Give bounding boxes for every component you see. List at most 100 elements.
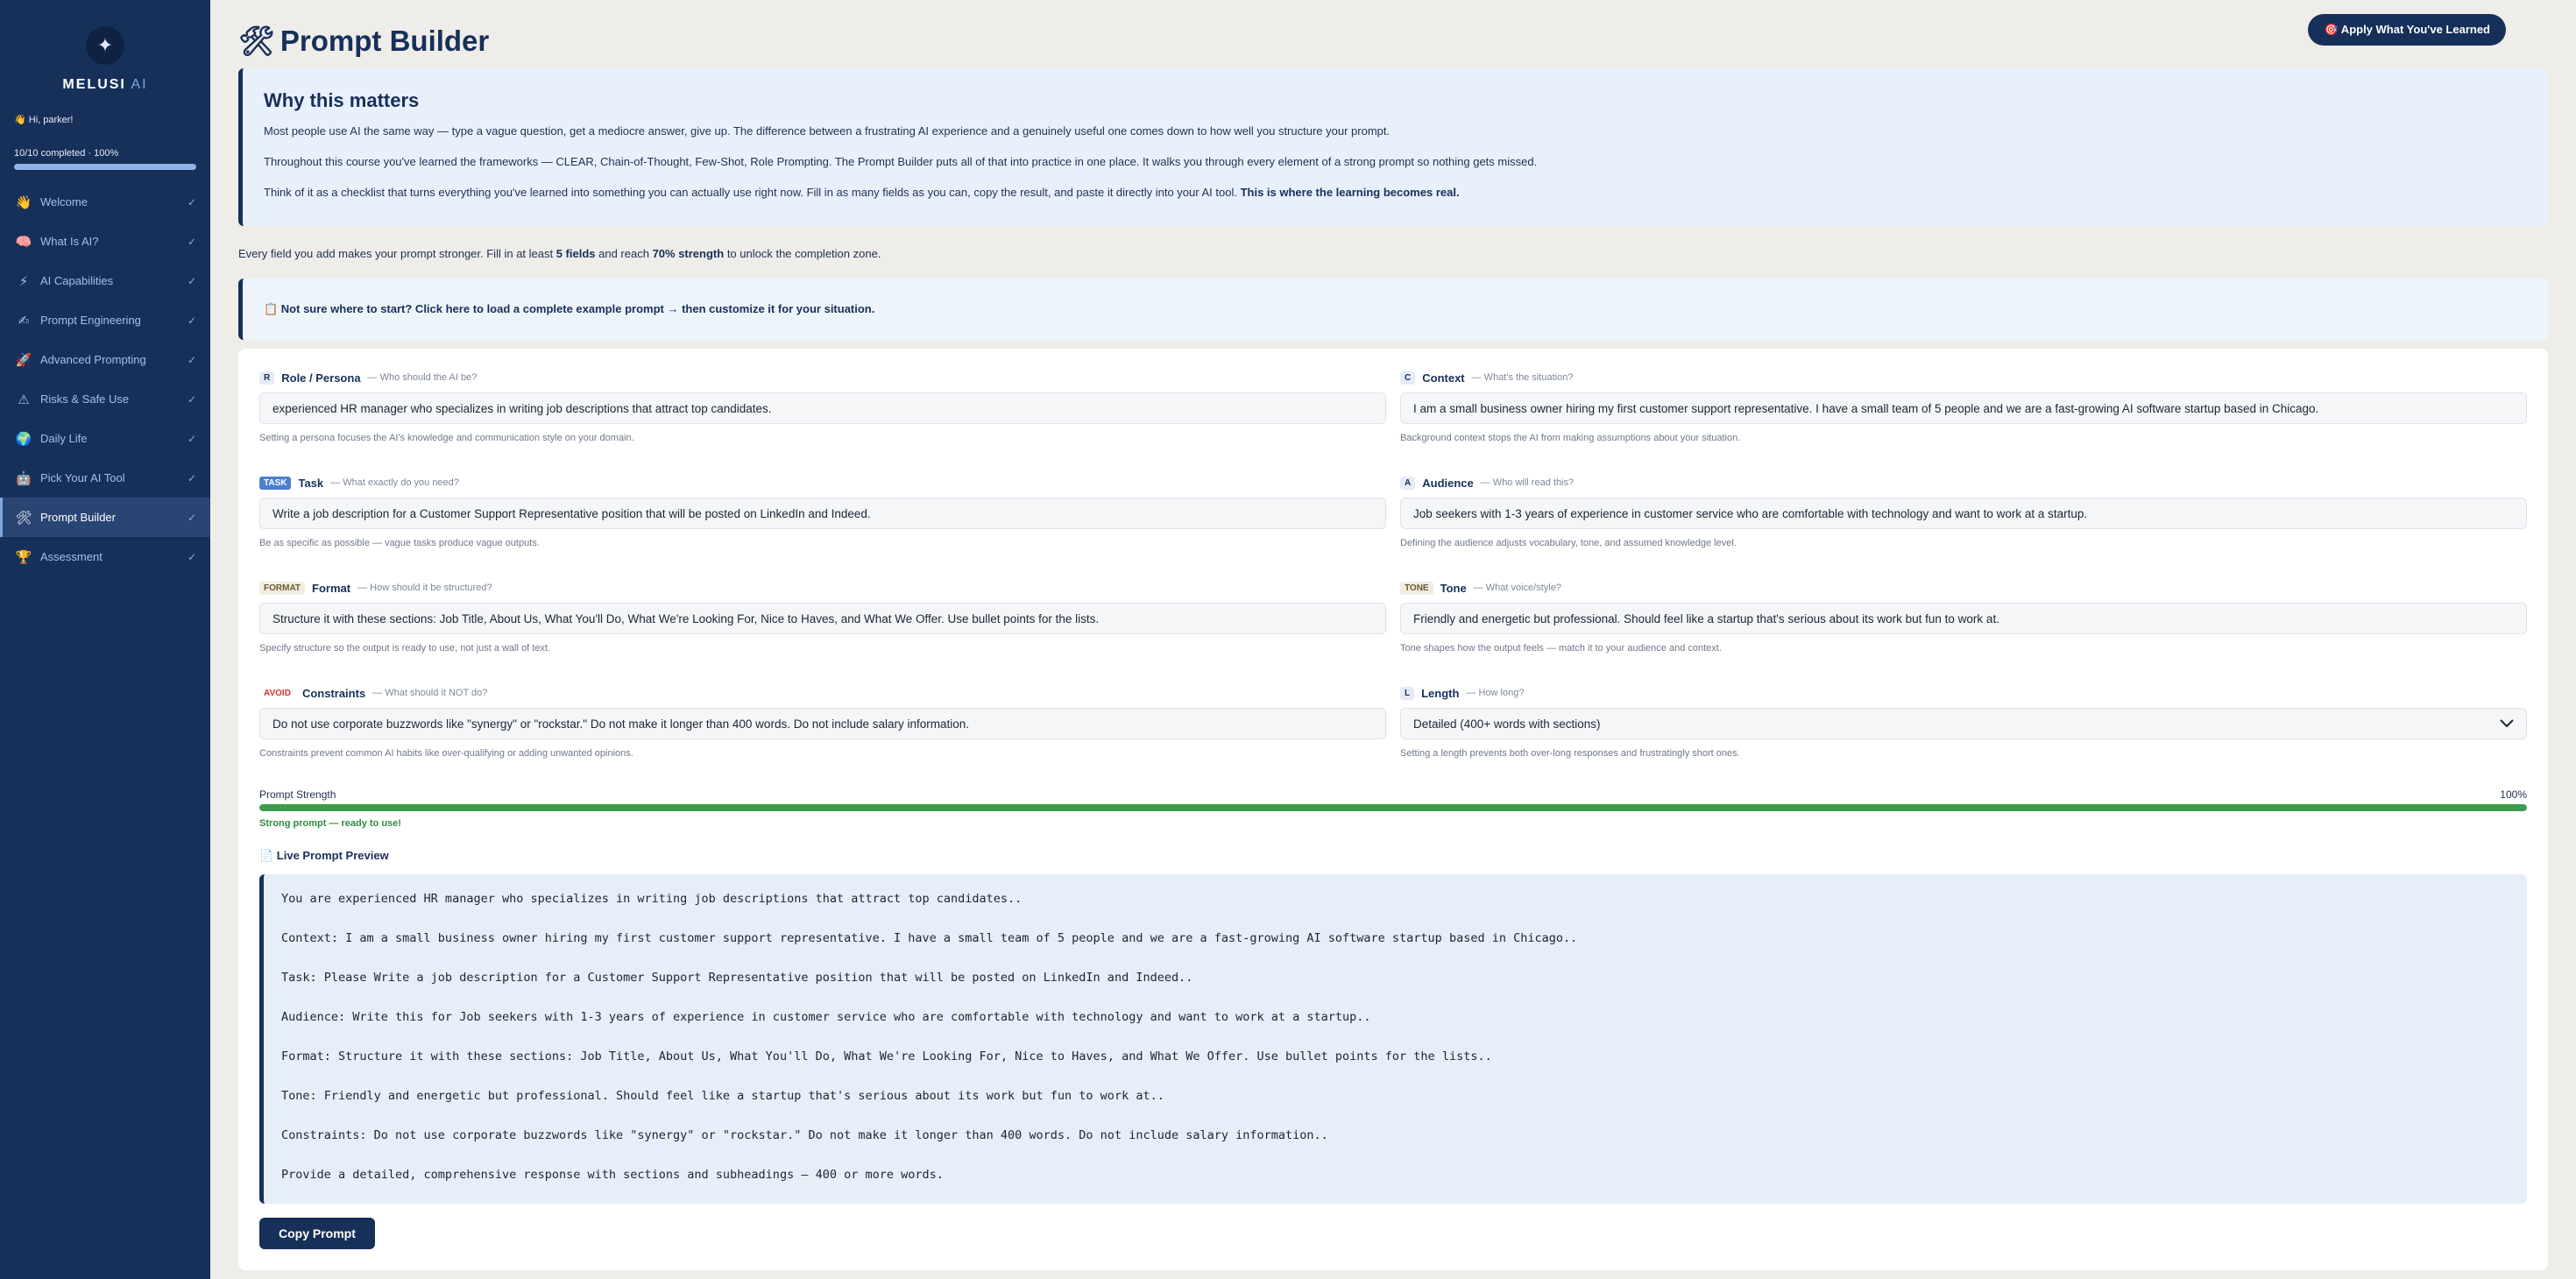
preview-line: Tone: Friendly and energetic but profess… [281, 1089, 1164, 1103]
wave-icon: 👋 [15, 194, 32, 210]
why-title: Why this matters [264, 89, 420, 111]
field-label: Tone [1440, 581, 1467, 595]
role-input[interactable]: experienced HR manager who specializes i… [259, 392, 1386, 424]
length-field: L Length — How long? Detailed (400+ words … [1400, 685, 2527, 759]
strength-percent: 100% [2500, 788, 2527, 801]
role-field: R Role / Persona — Who should the AI be? e… [259, 370, 1386, 443]
preview-line: Format: Structure it with these sections… [281, 1049, 1492, 1063]
sidebar-item-prompt-builder[interactable]: 🛠 Prompt Builder ✓ [0, 498, 210, 537]
constraints-field: AVOID Constraints — What should it NOT do?… [259, 685, 1386, 759]
field-question: — How should it be structured? [357, 583, 492, 593]
field-label: Context [1422, 371, 1465, 385]
sidebar-item-label: Assessment [40, 550, 103, 563]
brand-logo: ✦ MELUSI AI [0, 0, 210, 93]
sidebar-item-label: Prompt Engineering [40, 314, 141, 327]
check-icon: ✓ [187, 550, 196, 563]
brain-icon: 🧠 [15, 234, 32, 250]
strength-message: Strong prompt — ready to use! [259, 818, 401, 829]
format-badge: FORMAT [259, 581, 306, 595]
sidebar-item-prompt-engineering[interactable]: ✍ Prompt Engineering ✓ [0, 300, 210, 340]
field-label: Audience [1422, 476, 1474, 490]
field-help: Defining the audience adjusts vocabulary… [1400, 538, 1737, 548]
preview-line: Task: Please Write a job description for… [281, 971, 1193, 985]
field-help: Setting a length prevents both over-long… [1400, 748, 1740, 759]
sidebar-item-label: Pick Your AI Tool [40, 471, 125, 484]
wand-icon: ✦ [86, 26, 124, 65]
field-label: Length [1421, 686, 1460, 700]
audience-input[interactable]: Job seekers with 1-3 years of experience… [1400, 498, 2527, 529]
preview-line: You are experienced HR manager who speci… [281, 892, 1023, 906]
field-help: Specify structure so the output is ready… [259, 643, 551, 654]
copy-prompt-button[interactable]: Copy Prompt [259, 1218, 375, 1249]
sidebar-item-risks-safe-use[interactable]: ⚠ Risks & Safe Use ✓ [0, 379, 210, 419]
course-progress-label: 10/10 completed · 100% [14, 148, 119, 159]
preview-line: Constraints: Do not use corporate buzzwo… [281, 1128, 1328, 1142]
greeting: 👋 Hi, parker! [14, 115, 74, 125]
sidebar-item-label: Risks & Safe Use [40, 392, 130, 406]
course-progress-fill [14, 164, 196, 170]
role-badge: R [259, 371, 275, 385]
length-selected-value: Detailed (400+ words with sections) [1413, 717, 1601, 731]
tools-icon: 🛠 [238, 25, 275, 57]
why-this-matters-panel: Why this matters Most people use AI the … [238, 68, 2548, 226]
field-help: Setting a persona focuses the AI's knowl… [259, 433, 634, 443]
field-label: Role / Persona [281, 371, 361, 385]
sidebar-item-label: AI Capabilities [40, 274, 114, 287]
sidebar-item-label: Prompt Builder [40, 511, 116, 524]
task-input[interactable]: Write a job description for a Customer S… [259, 498, 1386, 529]
field-question: — What should it NOT do? [372, 688, 488, 698]
robot-icon: 🤖 [15, 470, 32, 486]
field-question: — Who will read this? [1480, 477, 1575, 488]
check-icon: ✓ [187, 274, 196, 287]
sidebar-item-advanced-prompting[interactable]: 🚀 Advanced Prompting ✓ [0, 340, 210, 379]
why-paragraph: Throughout this course you've learned th… [264, 154, 1538, 168]
length-badge: L [1400, 686, 1415, 700]
apply-learned-button[interactable]: 🎯 Apply What You've Learned [2308, 14, 2506, 46]
main-content: 🛠 Prompt Builder 🎯 Apply What You've Lear… [210, 0, 2576, 1279]
warning-icon: ⚠ [18, 392, 30, 407]
preview-line: Provide a detailed, comprehensive respon… [281, 1168, 944, 1182]
check-icon: ✓ [187, 195, 196, 208]
sidebar-item-pick-your-ai-tool[interactable]: 🤖 Pick Your AI Tool ✓ [0, 458, 210, 498]
sidebar-item-label: Advanced Prompting [40, 353, 146, 366]
check-icon: ✓ [187, 432, 196, 445]
format-input[interactable]: Structure it with these sections: Job Ti… [259, 603, 1386, 634]
constraints-input[interactable]: Do not use corporate buzzwords like "syn… [259, 708, 1386, 739]
load-example-banner[interactable]: 📋 Not sure where to start? Click here to… [238, 279, 2548, 340]
field-help: Background context stops the AI from mak… [1400, 433, 1741, 443]
check-icon: ✓ [187, 235, 196, 248]
field-question: — What voice/style? [1473, 583, 1561, 593]
check-icon: ✓ [187, 471, 196, 484]
sidebar-item-label: Welcome [40, 195, 88, 208]
field-question: — How long? [1466, 688, 1525, 698]
preview-line: Audience: Write this for Job seekers wit… [281, 1010, 1371, 1024]
strength-bar [259, 804, 2527, 811]
tone-field: TONE Tone — What voice/style? Friendly and… [1400, 580, 2527, 654]
context-badge: C [1400, 371, 1416, 385]
why-paragraph: Most people use AI the same way — type a… [264, 124, 1391, 138]
sidebar-item-daily-life[interactable]: 🌍 Daily Life ✓ [0, 419, 210, 458]
sidebar-item-ai-capabilities[interactable]: ⚡ AI Capabilities ✓ [0, 261, 210, 300]
field-question: — What exactly do you need? [330, 477, 459, 488]
check-icon: ✓ [187, 353, 196, 366]
check-icon: ✓ [187, 314, 196, 327]
field-label: Constraints [301, 686, 366, 700]
lightning-icon: ⚡ [18, 273, 29, 289]
context-input[interactable]: I am a small business owner hiring my fi… [1400, 392, 2527, 424]
audience-badge: A [1400, 476, 1416, 490]
field-question: — What's the situation? [1471, 372, 1574, 383]
live-preview-title: 📄 Live Prompt Preview [259, 849, 389, 862]
sidebar-item-assessment[interactable]: 🏆 Assessment ✓ [0, 537, 210, 576]
tone-input[interactable]: Friendly and energetic but professional.… [1400, 603, 2527, 634]
preview-line: Context: I am a small business owner hir… [281, 931, 1578, 945]
prompt-builder-form: R Role / Persona — Who should the AI be? e… [238, 349, 2548, 1270]
avoid-badge: AVOID [259, 686, 295, 700]
strength-fill [259, 804, 2527, 811]
sidebar-item-welcome[interactable]: 👋 Welcome ✓ [0, 182, 210, 222]
field-label: Format [312, 581, 351, 595]
length-select[interactable]: Detailed (400+ words with sections) [1400, 708, 2527, 739]
field-help: Be as specific as possible — vague tasks… [259, 538, 540, 548]
chevron-down-icon [2500, 719, 2514, 728]
field-help: Constraints prevent common AI habits lik… [259, 748, 633, 759]
sidebar-item-what-is-ai[interactable]: 🧠 What Is AI? ✓ [0, 222, 210, 261]
